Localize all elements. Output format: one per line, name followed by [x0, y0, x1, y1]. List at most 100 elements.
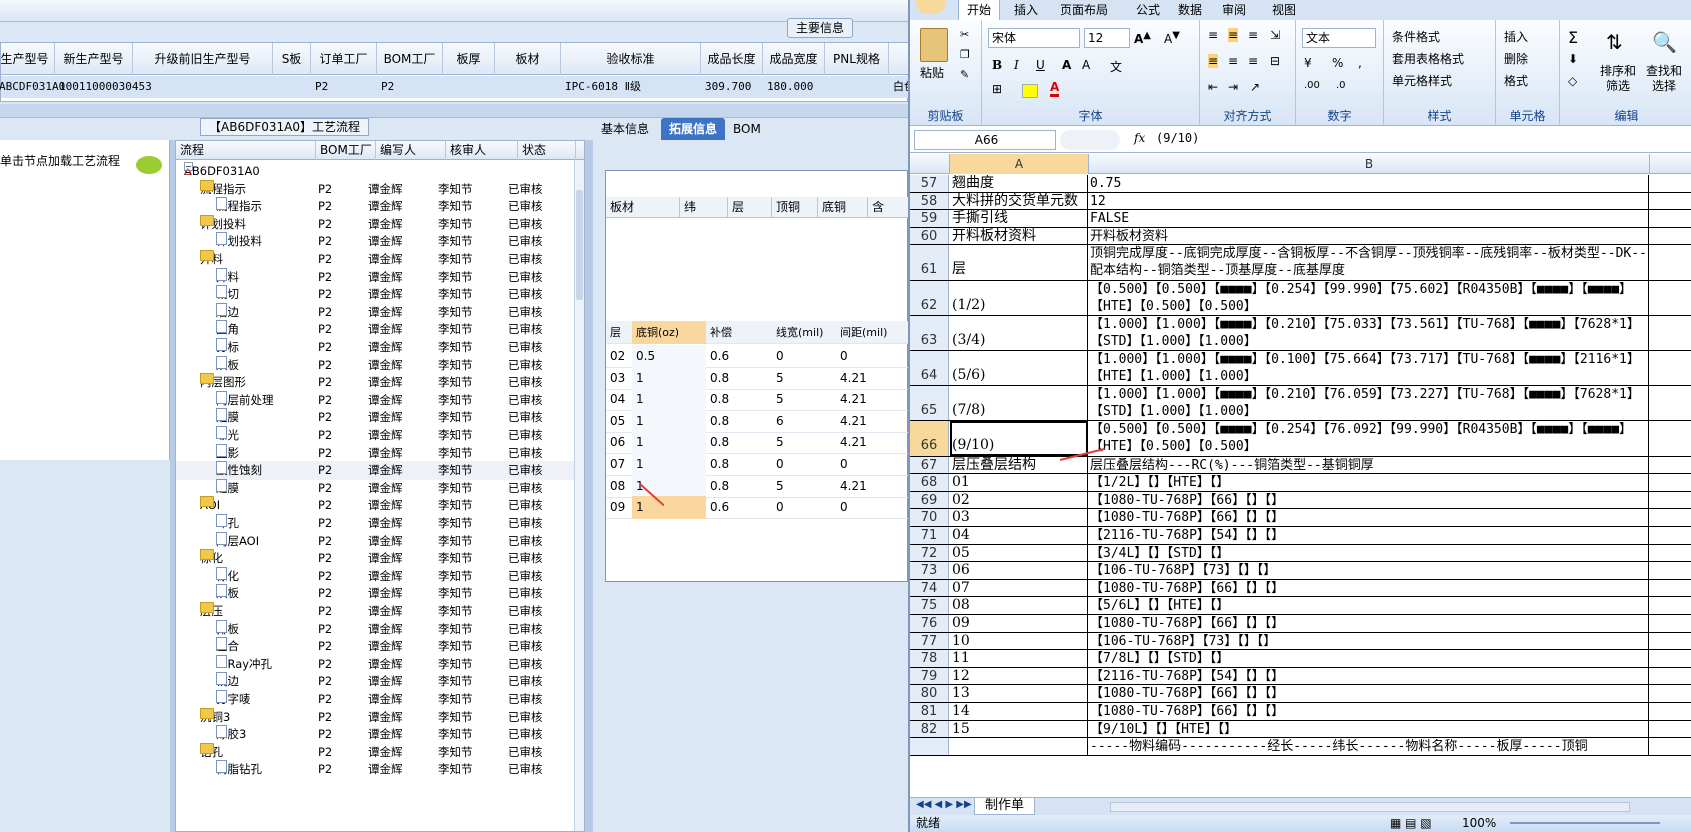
tree-row[interactable]: 磨边 P2 谭金辉 李知节 已审核: [176, 302, 576, 322]
tree-node[interactable]: 烘板: [216, 355, 239, 375]
row-number[interactable]: 69: [910, 491, 949, 509]
cell-a[interactable]: 03: [950, 509, 1088, 526]
horizontal-scrollbar[interactable]: [1110, 802, 1630, 812]
phonetic-icon[interactable]: 文: [1110, 58, 1122, 75]
tree-node[interactable]: 内层AOI: [216, 531, 259, 551]
grid-col-header[interactable]: 订单工厂: [311, 43, 377, 75]
grid-col-header[interactable]: BOM工厂: [377, 43, 443, 75]
align-left-icon[interactable]: ≡: [1208, 54, 1219, 68]
cell-b[interactable]: 【7/8L】【】【STD】【】: [1089, 650, 1649, 667]
align-right-icon[interactable]: ≡: [1248, 54, 1258, 68]
cell-a[interactable]: 15: [950, 720, 1088, 738]
tree-node[interactable]: 压合: [216, 637, 239, 656]
tree-row[interactable]: 流程指示 P2 谭金辉 李知节 已审核: [176, 197, 576, 216]
cell-a[interactable]: (3/4): [950, 315, 1088, 350]
cell-a[interactable]: 层: [950, 245, 1088, 280]
product-grid-row[interactable]: ABCDF031A0 10011000030453 P2 P2 IPC-6018 Ⅱ级 3…: [0, 76, 908, 98]
merge-icon[interactable]: ⊟: [1270, 54, 1280, 68]
grid-col-header[interactable]: 成品宽度: [763, 43, 825, 75]
align-bottom-icon[interactable]: ≡: [1248, 28, 1258, 42]
row-number[interactable]: 82: [910, 720, 949, 738]
cell-b[interactable]: 【5/6L】【】【HTE】【】: [1089, 597, 1649, 614]
tree-row[interactable]: 棕化 P2 谭金辉 李知节 已审核: [176, 566, 576, 586]
row-number[interactable]: 80: [910, 685, 949, 702]
delete-button[interactable]: 删除: [1504, 50, 1528, 67]
tree-node[interactable]: 酸性蚀刻: [216, 461, 262, 480]
grow-font-icon[interactable]: A▲: [1134, 30, 1151, 46]
cell-a[interactable]: 02: [950, 491, 1088, 509]
cell-a[interactable]: 开料板材资料: [950, 227, 1088, 245]
tree-node[interactable]: 打字唛: [216, 690, 251, 709]
cell-styles-button[interactable]: 单元格样式: [1392, 72, 1452, 89]
layer-cell[interactable]: 1: [632, 366, 706, 390]
percent-icon[interactable]: %: [1332, 56, 1343, 70]
tree-row[interactable]: −流程指示 P2 谭金辉 李知节 已审核: [176, 179, 576, 199]
row-number[interactable]: 59: [910, 210, 949, 227]
row-number[interactable]: 76: [910, 615, 949, 632]
cell-b[interactable]: 【106-TU-768P】【73】【】【】: [1089, 632, 1649, 650]
layer-row[interactable]: 04 1 0.8 5 4.21: [606, 388, 908, 412]
cell-a[interactable]: 手撕引线: [950, 210, 1088, 227]
italic-icon[interactable]: I: [1014, 58, 1019, 72]
cell-a[interactable]: 14: [950, 703, 1088, 720]
row-number[interactable]: 66: [910, 421, 949, 456]
currency-icon[interactable]: ¥: [1304, 56, 1312, 70]
cell-a[interactable]: (9/10): [950, 421, 1088, 456]
layer-cell[interactable]: 1: [632, 409, 706, 433]
cell-a[interactable]: 翘曲度: [950, 175, 1088, 192]
tree-node[interactable]: − ⌂ AB6DF031A0: [184, 162, 260, 181]
decrease-indent-icon[interactable]: ⇤: [1208, 80, 1218, 94]
sheet-tab[interactable]: 制作单: [974, 798, 1036, 815]
tree-row[interactable]: −层压 P2 谭金辉 李知节 已审核: [176, 602, 576, 621]
ribbon-tab[interactable]: 视图: [1272, 0, 1296, 20]
tree-node[interactable]: 铣边: [216, 672, 239, 691]
cell-b[interactable]: -----物料编码-----------经长-----纬长------物料名称-…: [1089, 738, 1649, 755]
find-select-button[interactable]: 查找和选择: [1644, 64, 1684, 94]
tree-node[interactable]: X-Ray冲孔: [216, 654, 272, 674]
row-number[interactable]: [910, 738, 949, 755]
tree-node[interactable]: 退膜: [216, 478, 239, 498]
layer-cell[interactable]: 0.5: [632, 345, 706, 368]
tree-node[interactable]: −流程指示: [200, 179, 246, 199]
cell-a[interactable]: (7/8): [950, 386, 1088, 421]
fill-color-icon[interactable]: [1022, 84, 1038, 98]
grid-col-header[interactable]: 字符: [889, 43, 908, 75]
cell-a[interactable]: 13: [950, 685, 1088, 702]
tree-node[interactable]: 圆角: [216, 320, 239, 339]
tree-node[interactable]: 计划投料: [216, 232, 262, 251]
cell-b[interactable]: 【1.000】【1.000】【■■■■】【0.100】【75.664】【73.7…: [1089, 351, 1649, 386]
tree-node[interactable]: 开料: [216, 267, 239, 287]
row-number[interactable]: 71: [910, 527, 949, 544]
format-as-table-button[interactable]: 套用表格格式: [1392, 50, 1464, 67]
row-number[interactable]: 67: [910, 456, 949, 474]
detail-tab[interactable]: BOM: [725, 118, 769, 140]
sheet-nav-icons[interactable]: ◀◀ ◀ ▶ ▶▶: [916, 799, 972, 810]
align-top-icon[interactable]: ≡: [1208, 28, 1218, 42]
material-col-header[interactable]: 板材: [606, 197, 680, 218]
name-box[interactable]: A66: [914, 130, 1056, 150]
cell-a[interactable]: 大料拼的交货单元数: [950, 192, 1088, 210]
tree-row[interactable]: 内层前处理 P2 谭金辉 李知节 已审核: [176, 390, 576, 410]
grid-col-header[interactable]: 成品长度: [701, 43, 763, 75]
number-format-combo[interactable]: 文本: [1302, 28, 1376, 48]
row-number[interactable]: 70: [910, 509, 949, 526]
tree-row[interactable]: 酸性蚀刻 P2 谭金辉 李知节 已审核: [176, 461, 576, 481]
tree-row[interactable]: 退膜 P2 谭金辉 李知节 已审核: [176, 478, 576, 498]
align-center-icon[interactable]: ≡: [1228, 54, 1238, 68]
cell-a[interactable]: 01: [950, 474, 1088, 491]
tree-row[interactable]: 打字唛 P2 谭金辉 李知节 已审核: [176, 690, 576, 709]
row-number[interactable]: 74: [910, 579, 949, 597]
layer-row[interactable]: 07 1 0.8 0 0: [606, 453, 908, 476]
cell-b[interactable]: FALSE: [1089, 210, 1649, 227]
row-number[interactable]: 63: [910, 315, 949, 350]
tree-node[interactable]: 内层前处理: [216, 390, 274, 410]
tree-col-header[interactable]: 核审人: [446, 141, 518, 160]
tree-row[interactable]: −AOI P2 谭金辉 李知节 已审核: [176, 496, 576, 515]
cell-b[interactable]: 顶铜完成厚度--底铜完成厚度--含铜板厚--不含铜厚--顶残铜率--底残铜率--…: [1089, 245, 1649, 280]
tree-row[interactable]: 计划投料 P2 谭金辉 李知节 已审核: [176, 232, 576, 251]
tree-col-header[interactable]: BOM工厂: [316, 141, 376, 160]
row-number[interactable]: 60: [910, 227, 949, 245]
paste-button[interactable]: 粘贴: [920, 64, 944, 81]
cell-a[interactable]: 05: [950, 544, 1088, 562]
cell-b[interactable]: 【1/2L】【】【HTE】【】: [1089, 474, 1649, 491]
